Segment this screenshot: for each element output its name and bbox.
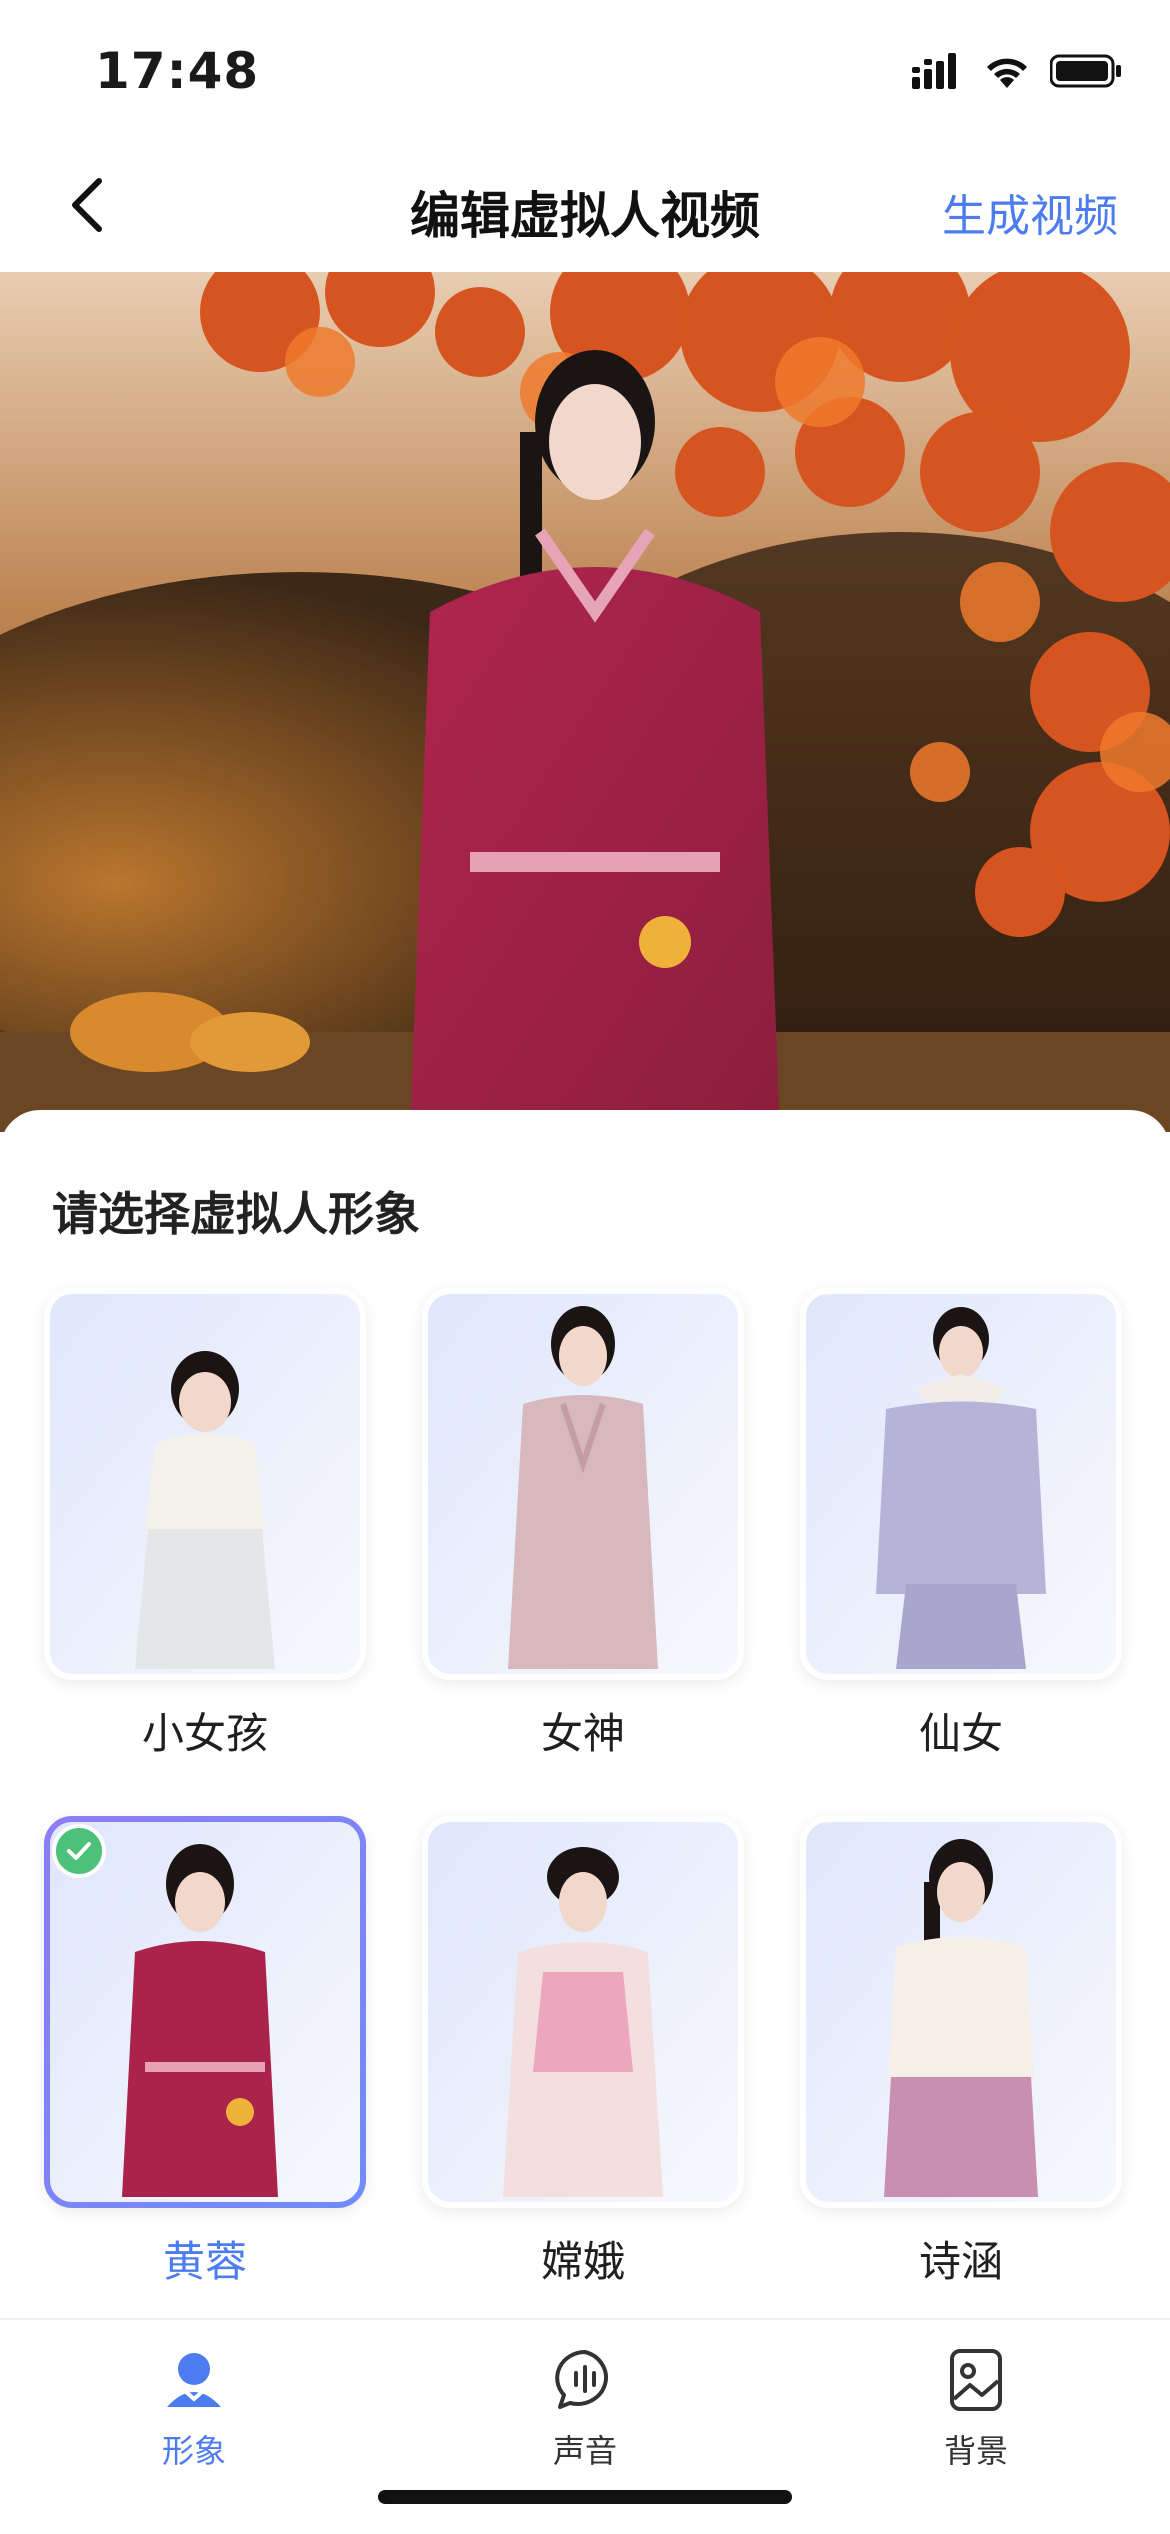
- avatar-label: 仙女: [918, 1709, 1003, 1758]
- tab-label: 背景: [943, 2432, 1008, 2470]
- avatar-label: 女神: [540, 1709, 625, 1758]
- avatar-label: 黄蓉: [162, 2237, 247, 2286]
- selected-check-icon: [52, 1824, 106, 1878]
- wifi-icon: [987, 58, 1027, 88]
- image-icon: [950, 2349, 1002, 2411]
- video-preview: [0, 272, 1170, 1132]
- avatar-image: [428, 1822, 738, 2202]
- tab-label: 声音: [552, 2432, 617, 2470]
- tab-voice[interactable]: 声音: [485, 2340, 685, 2472]
- avatar-thumbnail: [44, 1816, 366, 2208]
- avatar-image: [806, 1294, 1116, 1674]
- tab-label: 形象: [161, 2432, 226, 2470]
- avatar-image: [806, 1822, 1116, 2202]
- tab-background[interactable]: 背景: [876, 2340, 1076, 2472]
- generate-video-button[interactable]: 生成视频: [942, 180, 1118, 244]
- avatar-thumbnail: [800, 1288, 1122, 1680]
- status-bar: 17:48: [0, 0, 1170, 140]
- home-indicator: [378, 2490, 792, 2504]
- cellular-signal-icon: [912, 53, 956, 89]
- status-icons: [912, 52, 1122, 90]
- avatar-image: [50, 1822, 360, 2202]
- avatar-card-huangrong[interactable]: 黄蓉: [44, 1816, 366, 2289]
- avatar-card-change[interactable]: 嫦娥: [422, 1816, 744, 2289]
- voice-bubble-icon: [555, 2350, 608, 2409]
- tab-avatar[interactable]: 形象: [94, 2340, 294, 2472]
- sheet-title: 请选择虚拟人形象: [52, 1187, 420, 1241]
- avatar-label: 嫦娥: [540, 2237, 625, 2286]
- avatar-image: [50, 1294, 360, 1674]
- avatar-card-little-girl[interactable]: 小女孩: [44, 1288, 366, 1761]
- avatar-card-fairy[interactable]: 仙女: [800, 1288, 1122, 1761]
- avatar-card-shihan[interactable]: 诗涵: [800, 1816, 1122, 2289]
- battery-icon: [1050, 54, 1121, 88]
- status-time: 17:48: [95, 42, 260, 100]
- avatar-thumbnail: [44, 1288, 366, 1680]
- preview-image: [0, 272, 1170, 1132]
- avatar-thumbnail: [422, 1816, 744, 2208]
- avatar-thumbnail: [422, 1288, 744, 1680]
- avatar-image: [428, 1294, 738, 1674]
- avatar-thumbnail: [800, 1816, 1122, 2208]
- avatar-label: 小女孩: [141, 1709, 268, 1758]
- avatar-card-goddess[interactable]: 女神: [422, 1288, 744, 1761]
- person-icon: [167, 2353, 221, 2407]
- avatar-label: 诗涵: [918, 2237, 1003, 2286]
- navigation-bar: 编辑虚拟人视频 生成视频: [0, 140, 1170, 272]
